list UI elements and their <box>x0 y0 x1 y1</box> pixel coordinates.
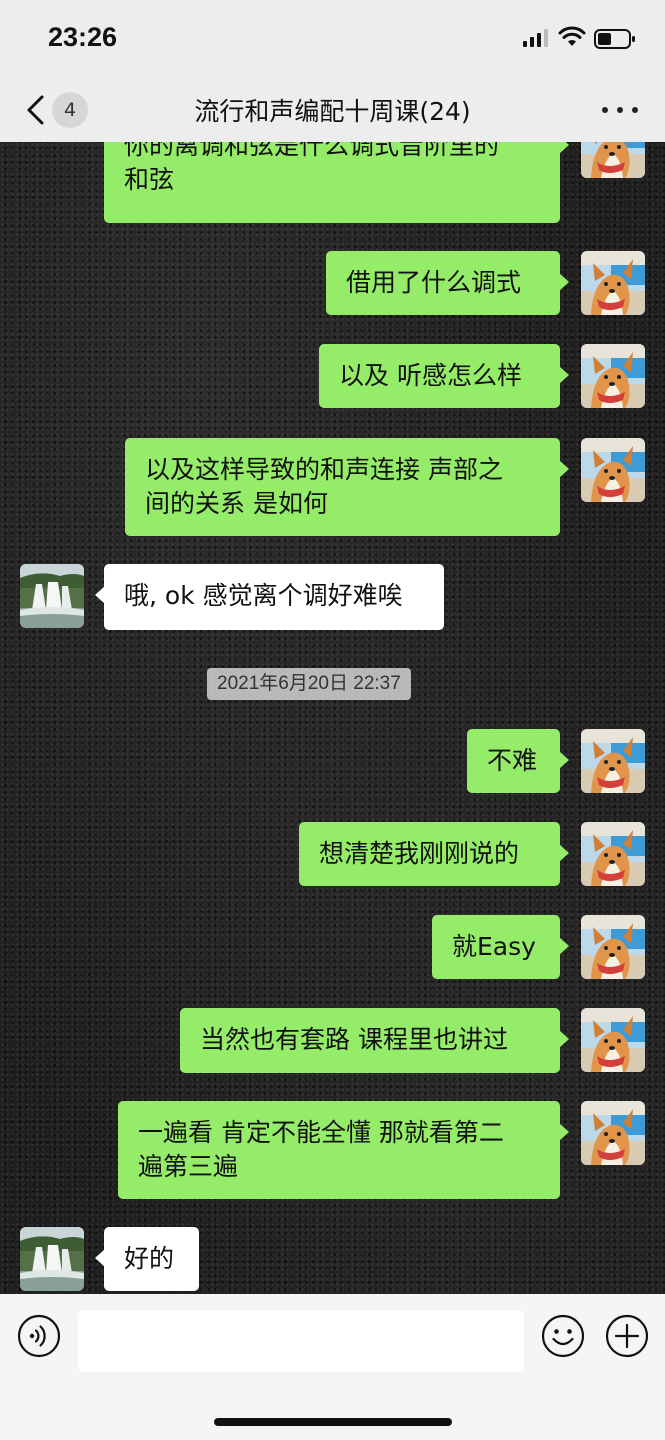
unread-count-badge: 4 <box>52 92 88 128</box>
voice-icon[interactable] <box>17 1314 61 1358</box>
sent-message-row: 想清楚我刚刚说的 <box>0 822 665 886</box>
message-bubble[interactable]: 一遍看 肯定不能全懂 那就看第二 遍第三遍 <box>118 1101 569 1199</box>
emoji-icon[interactable] <box>541 1314 585 1358</box>
contact-avatar[interactable] <box>20 1227 84 1291</box>
home-indicator <box>214 1418 452 1426</box>
chat-header: 4 流行和声编配十周课(24) <box>0 78 665 142</box>
more-button[interactable] <box>598 96 642 124</box>
my-avatar[interactable] <box>581 822 645 886</box>
sent-message-row: 以及 听感怎么样 <box>0 344 665 408</box>
my-avatar[interactable] <box>581 251 645 315</box>
message-bubble[interactable]: 想清楚我刚刚说的 <box>299 822 569 886</box>
status-bar: 23:26 <box>0 0 665 78</box>
chat-message-list[interactable]: 2021年6月20日 22:37 你的离调和弦是什么调式音阶里的 和弦 借用了什… <box>0 142 665 1294</box>
message-bubble[interactable]: 以及这样导致的和声连接 声部之 间的关系 是如何 <box>125 438 569 536</box>
plus-icon[interactable] <box>605 1314 649 1358</box>
message-bubble[interactable]: 你的离调和弦是什么调式音阶里的 和弦 <box>104 142 569 223</box>
wifi-icon <box>558 26 586 46</box>
sent-message-row: 以及这样导致的和声连接 声部之 间的关系 是如何 <box>0 438 665 536</box>
my-avatar[interactable] <box>581 344 645 408</box>
my-avatar[interactable] <box>581 1101 645 1165</box>
message-bubble[interactable]: 以及 听感怎么样 <box>319 344 569 408</box>
message-bubble[interactable]: 就Easy <box>432 915 569 979</box>
message-bubble[interactable]: 借用了什么调式 <box>326 251 569 315</box>
message-bubble[interactable]: 好的 <box>95 1227 199 1291</box>
chat-title: 流行和声编配十周课(24) <box>194 97 471 126</box>
my-avatar[interactable] <box>581 1008 645 1072</box>
my-avatar[interactable] <box>581 438 645 502</box>
sent-message-row: 借用了什么调式 <box>0 251 665 315</box>
message-timestamp: 2021年6月20日 22:37 <box>207 668 411 700</box>
my-avatar[interactable] <box>581 729 645 793</box>
message-bubble[interactable]: 哦, ok 感觉离个调好难唉 <box>95 564 444 630</box>
chevron-left-icon <box>27 95 44 125</box>
message-input[interactable] <box>78 1310 524 1372</box>
contact-avatar[interactable] <box>20 564 84 628</box>
message-bubble[interactable]: 不难 <box>467 729 569 793</box>
sent-message-row: 不难 <box>0 729 665 793</box>
battery-icon <box>594 29 635 49</box>
signal-icon <box>523 29 548 47</box>
my-avatar[interactable] <box>581 915 645 979</box>
message-bubble[interactable]: 当然也有套路 课程里也讲过 <box>180 1008 569 1073</box>
sent-message-row: 一遍看 肯定不能全懂 那就看第二 遍第三遍 <box>0 1101 665 1199</box>
my-avatar[interactable] <box>581 142 645 178</box>
status-time: 23:26 <box>48 22 118 52</box>
more-dots-icon <box>602 107 608 113</box>
sent-message-row: 当然也有套路 课程里也讲过 <box>0 1008 665 1073</box>
received-message-row: 哦, ok 感觉离个调好难唉 <box>0 564 665 630</box>
back-button[interactable]: 4 <box>20 90 100 130</box>
sent-message-row: 你的离调和弦是什么调式音阶里的 和弦 <box>0 142 665 223</box>
received-message-row: 好的 <box>0 1227 665 1291</box>
input-bar <box>0 1294 665 1440</box>
sent-message-row: 就Easy <box>0 915 665 979</box>
